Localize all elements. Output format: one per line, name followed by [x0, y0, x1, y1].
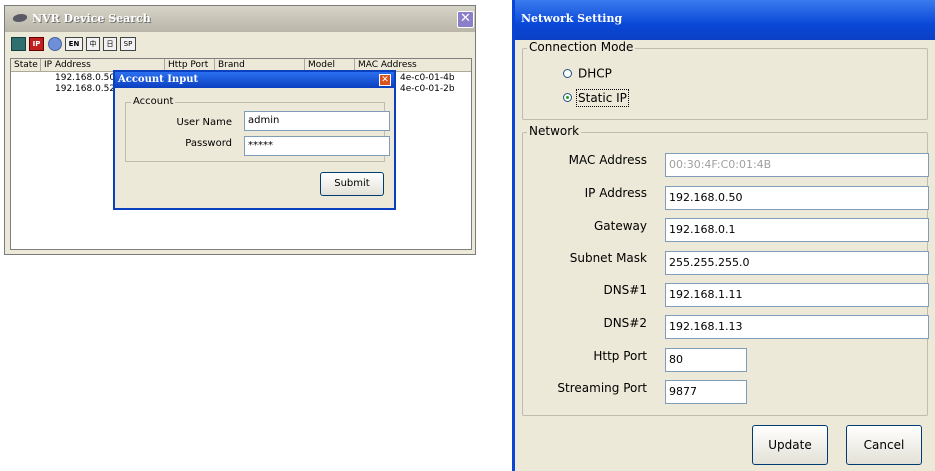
ip-address-field[interactable]: 192.168.0.50 [665, 186, 929, 210]
account-group-label: Account [131, 96, 176, 107]
ip-address-label: IP Address [584, 186, 647, 200]
username-label: User Name [176, 117, 232, 128]
row-mac: 4e-c0-01-4b [400, 73, 455, 83]
close-icon: ✕ [381, 75, 389, 85]
info-icon[interactable] [48, 37, 62, 51]
streaming-port-field[interactable]: 9877 [665, 380, 747, 404]
update-button[interactable]: Update [752, 425, 828, 465]
radio-on-icon [563, 93, 572, 102]
password-label: Password [185, 138, 232, 149]
dns2-label: DNS#2 [603, 316, 647, 330]
account-close-button[interactable]: ✕ [379, 74, 391, 86]
ip-setting-button[interactable]: IP [29, 37, 44, 51]
account-input-dialog: Account Input ✕ Account User Name admin … [113, 70, 396, 210]
network-window-title: Network Setting [521, 12, 623, 25]
language-sp-button[interactable]: SP [120, 37, 136, 51]
gear-icon[interactable] [11, 37, 26, 51]
mac-address-field: 00:30:4F:C0:01:4B [665, 153, 929, 177]
language-zh-button[interactable]: 中 [86, 37, 100, 51]
password-input[interactable]: ***** [244, 136, 390, 156]
dhcp-radio[interactable]: DHCP [563, 66, 612, 81]
network-group-label: Network [527, 124, 582, 138]
static-ip-radio[interactable]: Static IP [563, 88, 629, 107]
nvr-close-button[interactable]: ✕ [457, 11, 474, 28]
language-jp-button[interactable]: 日 [103, 37, 117, 51]
submit-button[interactable]: Submit [320, 172, 384, 196]
row-ip: 192.168.0.50 [55, 73, 116, 83]
mac-address-label: MAC Address [568, 153, 647, 167]
network-title-bar[interactable]: Network Setting [515, 0, 935, 40]
account-dialog-title: Account Input [118, 74, 199, 85]
network-setting-window: Network Setting Connection Mode DHCP Sta… [512, 0, 935, 471]
gateway-field[interactable]: 192.168.0.1 [665, 218, 929, 242]
connection-mode-label: Connection Mode [527, 40, 636, 54]
http-port-label: Http Port [593, 349, 647, 363]
http-port-field[interactable]: 80 [665, 348, 747, 372]
nvr-app-icon [11, 14, 29, 22]
dns2-field[interactable]: 192.168.1.13 [665, 315, 929, 339]
account-title-bar[interactable]: Account Input ✕ [115, 72, 394, 88]
streaming-port-label: Streaming Port [557, 381, 647, 395]
radio-off-icon [563, 69, 572, 78]
cancel-button[interactable]: Cancel [846, 425, 922, 465]
dns1-label: DNS#1 [603, 283, 647, 297]
language-en-button[interactable]: EN [65, 37, 83, 51]
nvr-toolbar: IP EN 中 日 SP [5, 33, 475, 55]
dhcp-label: DHCP [578, 66, 612, 81]
nvr-title-bar[interactable]: NVR Device Search ✕ [5, 6, 475, 32]
username-input[interactable]: admin [244, 111, 390, 131]
connection-mode-group: Connection Mode DHCP Static IP [522, 40, 928, 120]
subnet-mask-label: Subnet Mask [569, 251, 647, 265]
dns1-field[interactable]: 192.168.1.11 [665, 283, 929, 307]
subnet-mask-field[interactable]: 255.255.255.0 [665, 251, 929, 275]
static-ip-label: Static IP [576, 88, 629, 107]
close-icon: ✕ [460, 11, 471, 26]
column-state[interactable]: State [11, 59, 41, 71]
nvr-window-title: NVR Device Search [32, 12, 151, 25]
network-group: Network MAC Address 00:30:4F:C0:01:4B IP… [522, 124, 929, 416]
account-group: Account User Name admin Password ***** [125, 96, 390, 162]
nvr-device-search-window: NVR Device Search ✕ IP EN 中 日 SP State I… [4, 5, 476, 255]
row-mac: 4e-c0-01-2b [400, 84, 455, 94]
row-ip: 192.168.0.52 [55, 84, 116, 94]
gateway-label: Gateway [593, 219, 647, 233]
